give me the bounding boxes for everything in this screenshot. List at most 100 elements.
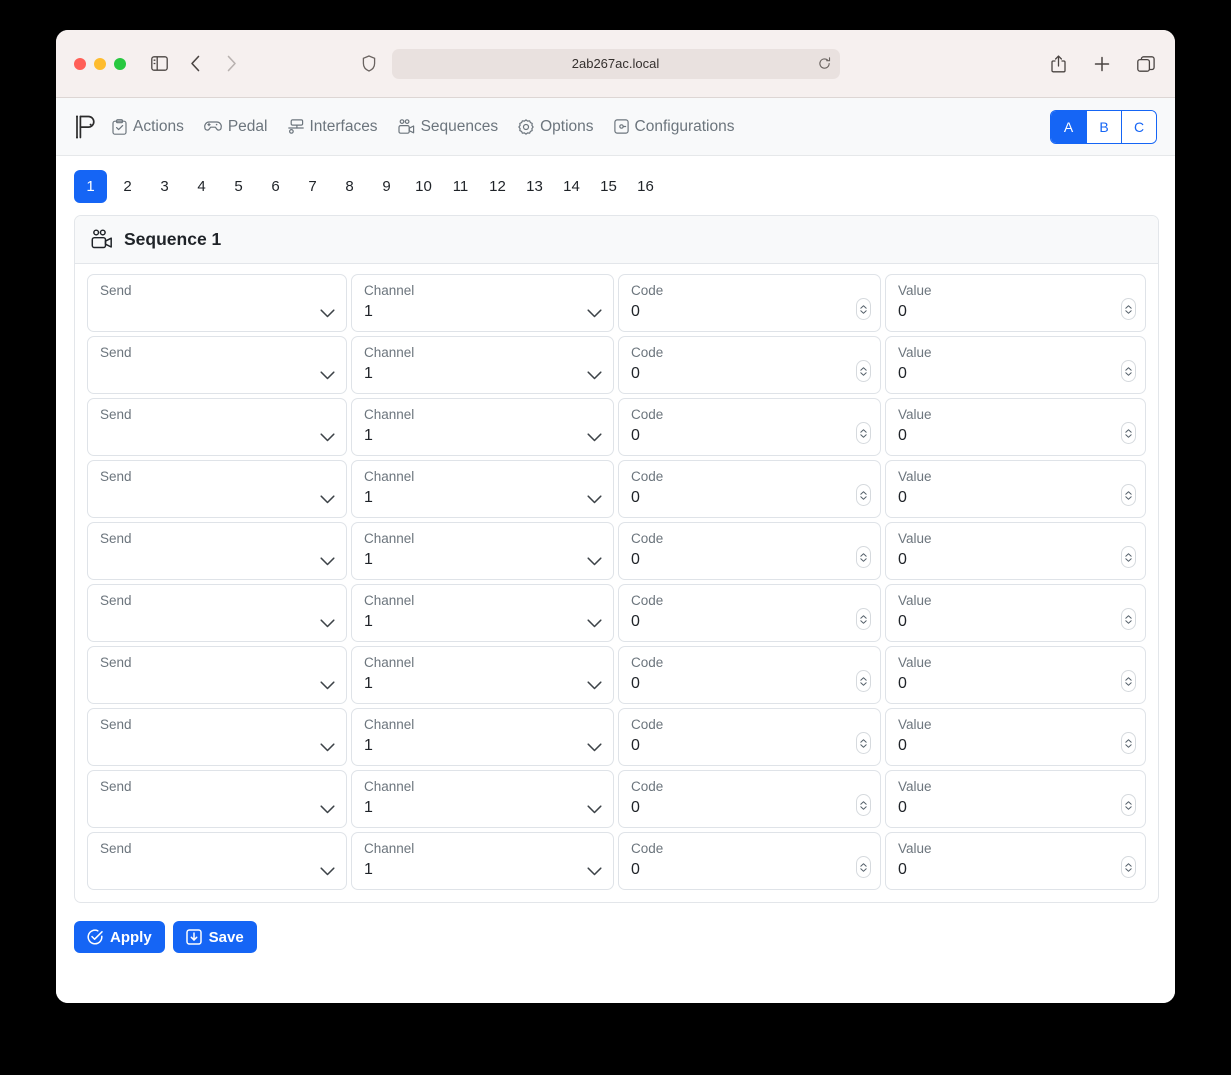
- channel-select-6[interactable]: Channel 1: [351, 646, 614, 704]
- number-stepper[interactable]: [1121, 484, 1136, 506]
- code-input-9[interactable]: Code 0: [618, 832, 881, 890]
- value-input-5[interactable]: Value 0: [884, 584, 1146, 642]
- send-select-8[interactable]: Send: [87, 770, 348, 828]
- page-tab-3[interactable]: 3: [148, 170, 181, 203]
- send-select-9[interactable]: Send: [87, 832, 348, 890]
- send-select-1[interactable]: Send: [87, 336, 348, 394]
- number-stepper[interactable]: [1121, 856, 1136, 878]
- channel-select-2[interactable]: Channel 1: [351, 398, 614, 456]
- page-tab-9[interactable]: 9: [370, 170, 403, 203]
- number-stepper[interactable]: [855, 608, 871, 630]
- number-stepper[interactable]: [1121, 670, 1136, 692]
- bank-button-b[interactable]: B: [1086, 110, 1121, 143]
- nav-item-sequences[interactable]: Sequences: [397, 118, 498, 136]
- value-input-6[interactable]: Value 0: [884, 646, 1146, 704]
- number-stepper[interactable]: [855, 298, 871, 320]
- reload-icon[interactable]: [818, 57, 831, 70]
- number-stepper[interactable]: [855, 360, 871, 382]
- channel-select-8[interactable]: Channel 1: [351, 770, 614, 828]
- bank-button-a[interactable]: A: [1051, 110, 1086, 143]
- address-bar[interactable]: 2ab267ac.local: [391, 48, 840, 79]
- number-stepper[interactable]: [855, 856, 871, 878]
- page-tab-12[interactable]: 12: [481, 170, 514, 203]
- page-tab-8[interactable]: 8: [333, 170, 366, 203]
- nav-item-actions[interactable]: Actions: [112, 118, 184, 136]
- apply-button[interactable]: Apply: [74, 921, 165, 953]
- page-tab-6[interactable]: 6: [259, 170, 292, 203]
- code-input-6[interactable]: Code 0: [618, 646, 881, 704]
- channel-select-1[interactable]: Channel 1: [351, 336, 614, 394]
- page-tab-2[interactable]: 2: [111, 170, 144, 203]
- value-input-2[interactable]: Value 0: [884, 398, 1146, 456]
- close-window-button[interactable]: [74, 57, 86, 70]
- number-stepper[interactable]: [855, 794, 871, 816]
- code-input-2[interactable]: Code 0: [618, 398, 881, 456]
- code-input-4[interactable]: Code 0: [618, 522, 881, 580]
- code-input-3[interactable]: Code 0: [618, 460, 881, 518]
- number-stepper[interactable]: [855, 732, 871, 754]
- send-select-7[interactable]: Send: [87, 708, 348, 766]
- forward-arrow-icon[interactable]: [220, 53, 242, 75]
- nav-item-configurations[interactable]: Configurations: [613, 118, 735, 136]
- number-stepper[interactable]: [1121, 794, 1136, 816]
- value-input-1[interactable]: Value 0: [884, 336, 1146, 394]
- channel-select-4[interactable]: Channel 1: [351, 522, 614, 580]
- page-tab-13[interactable]: 13: [518, 170, 551, 203]
- send-select-0[interactable]: Send: [87, 274, 348, 332]
- number-stepper[interactable]: [855, 422, 871, 444]
- back-arrow-icon[interactable]: [184, 53, 206, 75]
- value-input-8[interactable]: Value 0: [884, 770, 1146, 828]
- page-tab-15[interactable]: 15: [592, 170, 625, 203]
- channel-select-5[interactable]: Channel 1: [351, 584, 614, 642]
- page-tab-5[interactable]: 5: [222, 170, 255, 203]
- page-tab-4[interactable]: 4: [185, 170, 218, 203]
- number-stepper[interactable]: [1121, 608, 1136, 630]
- page-tab-10[interactable]: 10: [407, 170, 440, 203]
- code-input-1[interactable]: Code 0: [618, 336, 881, 394]
- code-input-8[interactable]: Code 0: [618, 770, 881, 828]
- send-select-4[interactable]: Send: [87, 522, 348, 580]
- privacy-shield-icon[interactable]: [362, 55, 376, 72]
- page-tab-1[interactable]: 1: [74, 170, 107, 203]
- send-select-6[interactable]: Send: [87, 646, 348, 704]
- bank-button-c[interactable]: C: [1121, 110, 1156, 143]
- channel-select-3[interactable]: Channel 1: [351, 460, 614, 518]
- value-input-9[interactable]: Value 0: [884, 832, 1146, 890]
- number-stepper[interactable]: [1121, 732, 1136, 754]
- send-select-5[interactable]: Send: [87, 584, 348, 642]
- number-stepper[interactable]: [855, 546, 871, 568]
- nav-item-interfaces[interactable]: Interfaces: [287, 118, 378, 136]
- value-input-7[interactable]: Value 0: [884, 708, 1146, 766]
- nav-item-pedal[interactable]: Pedal: [203, 118, 268, 136]
- code-input-0[interactable]: Code 0: [618, 274, 881, 332]
- nav-item-options[interactable]: Options: [518, 118, 594, 136]
- send-select-3[interactable]: Send: [87, 460, 348, 518]
- pedalino-logo[interactable]: [70, 112, 100, 142]
- code-input-5[interactable]: Code 0: [618, 584, 881, 642]
- number-stepper[interactable]: [1121, 360, 1136, 382]
- page-tab-16[interactable]: 16: [629, 170, 662, 203]
- value-input-0[interactable]: Value 0: [884, 274, 1146, 332]
- number-stepper[interactable]: [1121, 422, 1136, 444]
- maximize-window-button[interactable]: [114, 57, 126, 70]
- channel-select-0[interactable]: Channel 1: [351, 274, 614, 332]
- number-stepper[interactable]: [1121, 298, 1136, 320]
- number-stepper[interactable]: [1121, 546, 1136, 568]
- code-input-7[interactable]: Code 0: [618, 708, 881, 766]
- tab-overview-icon[interactable]: [1135, 53, 1157, 75]
- save-button[interactable]: Save: [172, 921, 257, 953]
- page-tab-14[interactable]: 14: [555, 170, 588, 203]
- channel-select-9[interactable]: Channel 1: [351, 832, 614, 890]
- channel-select-7[interactable]: Channel 1: [351, 708, 614, 766]
- plus-icon[interactable]: [1091, 53, 1113, 75]
- number-stepper[interactable]: [855, 484, 871, 506]
- number-stepper[interactable]: [855, 670, 871, 692]
- page-tab-7[interactable]: 7: [296, 170, 329, 203]
- value-input-3[interactable]: Value 0: [884, 460, 1146, 518]
- share-icon[interactable]: [1047, 53, 1069, 75]
- send-select-2[interactable]: Send: [87, 398, 348, 456]
- sidebar-toggle-icon[interactable]: [148, 53, 170, 75]
- minimize-window-button[interactable]: [94, 57, 106, 70]
- page-tab-11[interactable]: 11: [444, 170, 477, 203]
- value-input-4[interactable]: Value 0: [884, 522, 1146, 580]
